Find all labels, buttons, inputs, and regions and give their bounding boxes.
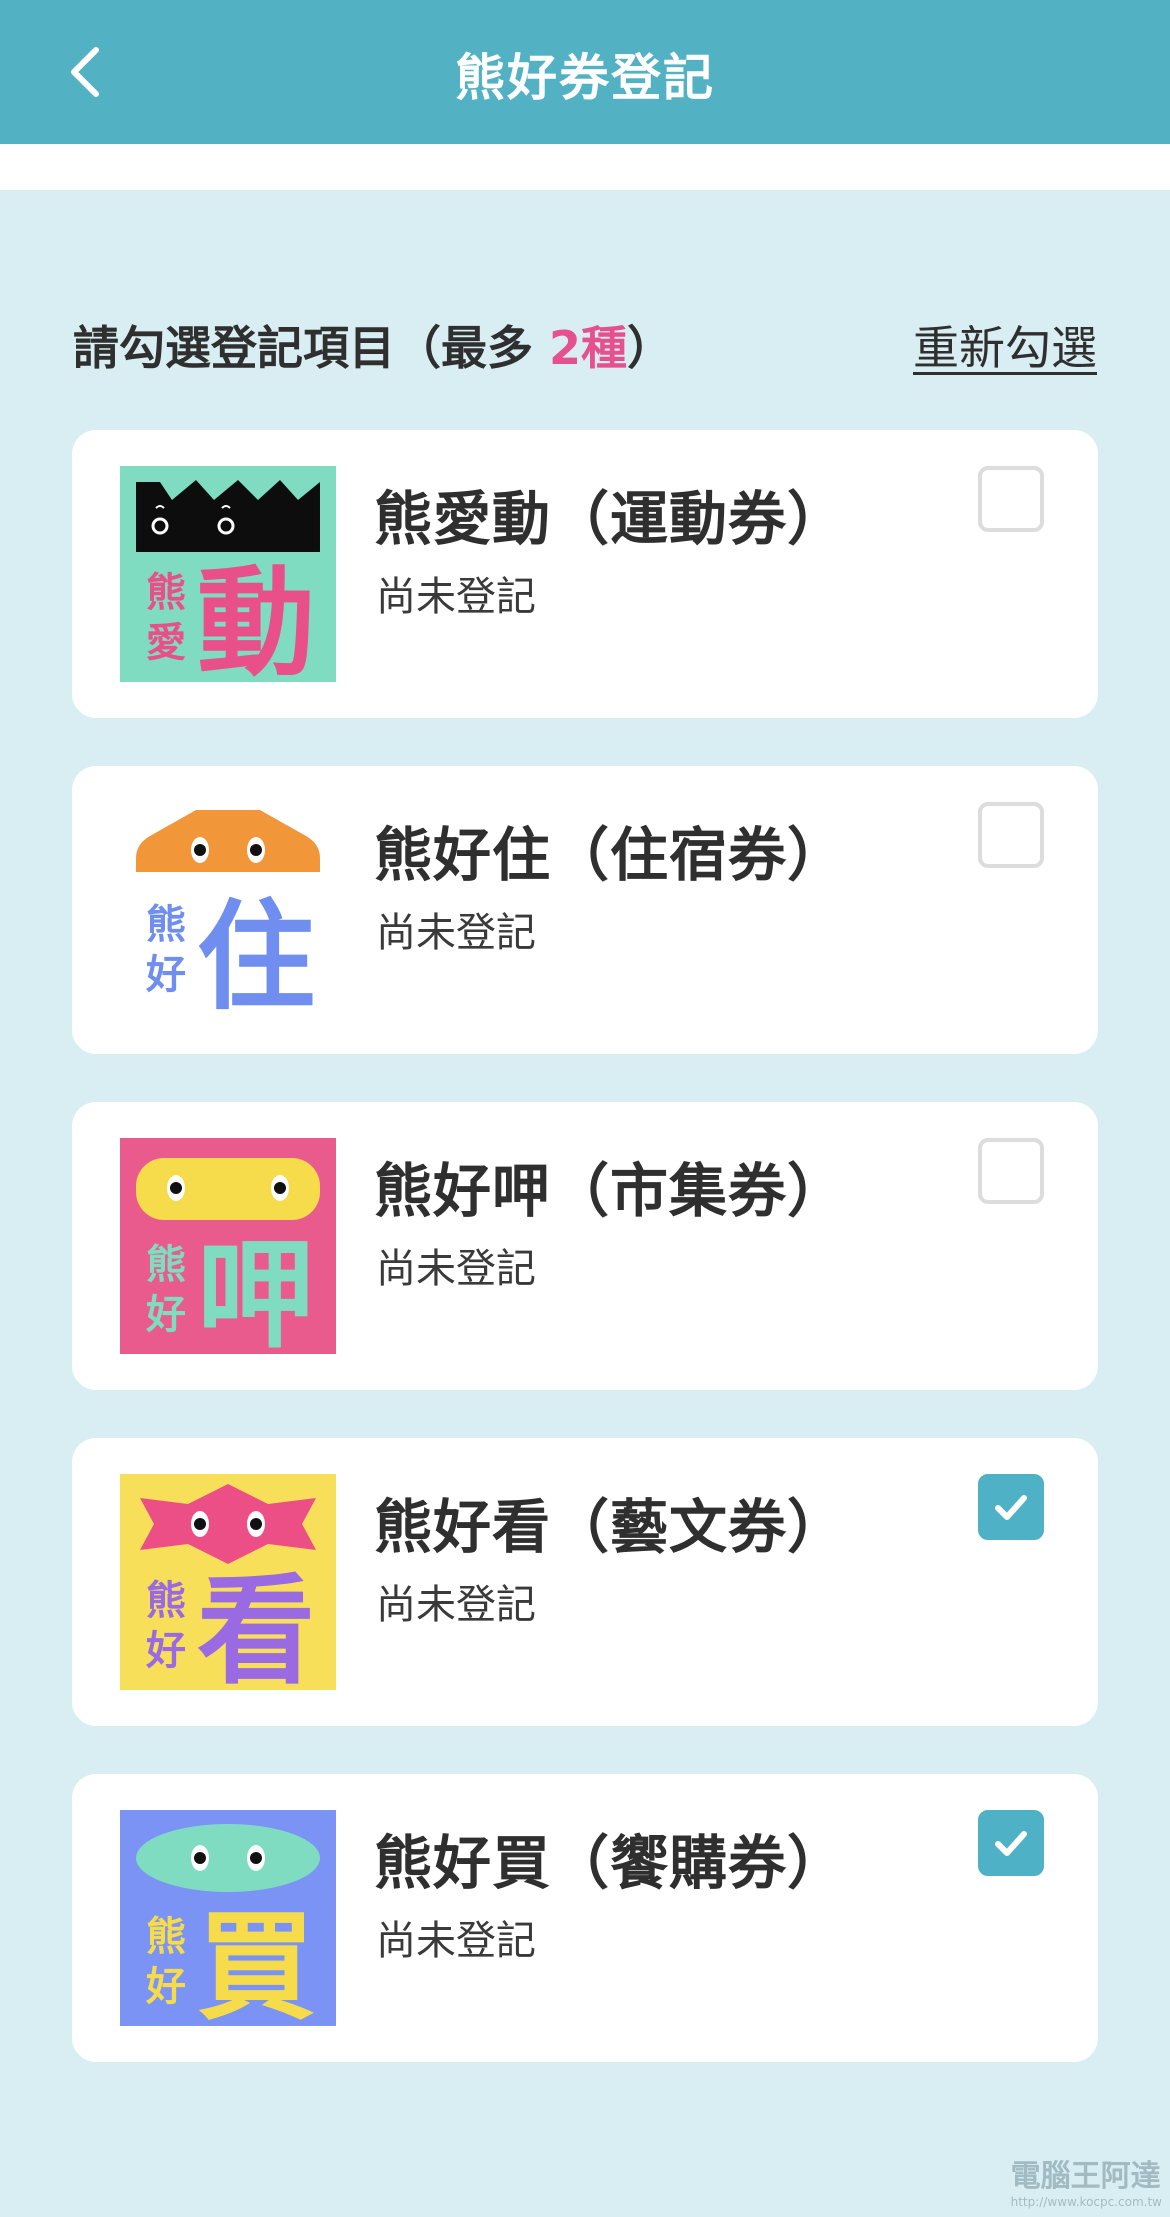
voucher-checkbox[interactable] [978, 802, 1044, 868]
voucher-checkbox[interactable] [978, 1474, 1044, 1540]
voucher-card-shopping[interactable]: 熊 好 買 熊好買（饗購券） 尚未登記 [72, 1774, 1098, 2062]
logo-char: 熊 [146, 1578, 186, 1624]
registration-status: 尚未登記 [376, 1582, 536, 1628]
voucher-checkbox[interactable] [978, 466, 1044, 532]
instruction-text: 請勾選登記項目（最多 2種） [73, 312, 673, 378]
header-divider [0, 144, 1170, 190]
watermark-text: 電腦王阿達 [1010, 2159, 1161, 2194]
voucher-title: 熊愛動（運動券） [374, 485, 847, 553]
instruction-max-count: 2種 [549, 321, 628, 375]
logo-char: 看 [197, 1562, 315, 1690]
voucher-card-lodging[interactable]: 熊 好 住 熊好住（住宿券） 尚未登記 [72, 766, 1098, 1054]
checkmark-icon [995, 1831, 1027, 1856]
reset-selection-link[interactable]: 重新勾選 [913, 312, 1097, 378]
lodging-voucher-logo: 熊 好 住 [120, 802, 336, 1018]
voucher-title: 熊好買（饗購券） [374, 1829, 847, 1897]
registration-status: 尚未登記 [376, 910, 536, 956]
logo-char: 熊 [146, 902, 186, 948]
logo-char: 好 [145, 1292, 186, 1338]
logo-char: 好 [145, 952, 186, 998]
sports-voucher-logo: 熊 愛 動 [120, 466, 336, 682]
instruction-suffix: ） [627, 321, 674, 375]
logo-char: 熊 [146, 570, 186, 616]
logo-char: 動 [197, 554, 315, 682]
logo-char: 好 [145, 1964, 186, 2010]
app-header: 熊好券登記 [0, 0, 1170, 144]
instruction-prefix: 請勾選登記項目（最多 [73, 321, 550, 375]
voucher-title: 熊好呷（市集券） [374, 1157, 847, 1225]
registration-status: 尚未登記 [376, 1246, 536, 1292]
arts-voucher-logo: 熊 好 看 [120, 1474, 336, 1690]
registration-status: 尚未登記 [376, 574, 536, 620]
voucher-card-arts[interactable]: 熊 好 看 熊好看（藝文券） 尚未登記 [72, 1438, 1098, 1726]
checkmark-icon [995, 1495, 1027, 1520]
voucher-title: 熊好住（住宿券） [374, 821, 847, 889]
page-title: 熊好券登記 [455, 49, 715, 107]
shopping-voucher-logo: 熊 好 買 [120, 1810, 336, 2026]
voucher-card-market[interactable]: 熊 好 呷 熊好呷（市集券） 尚未登記 [72, 1102, 1098, 1390]
voucher-checkbox[interactable] [978, 1138, 1044, 1204]
voucher-title: 熊好看（藝文券） [374, 1493, 847, 1561]
logo-char: 熊 [146, 1242, 186, 1288]
logo-char: 住 [197, 888, 315, 1018]
logo-char: 買 [197, 1898, 315, 2026]
logo-char: 愛 [146, 620, 186, 666]
watermark: 電腦王阿達 http://www.kocpc.com.tw [1011, 2151, 1162, 2209]
logo-char: 好 [145, 1628, 186, 1674]
voucher-card-sports[interactable]: 熊 愛 動 熊愛動（運動券） 尚未登記 [72, 430, 1098, 718]
market-voucher-logo: 熊 好 呷 [120, 1138, 336, 1354]
logo-char: 熊 [146, 1914, 186, 1960]
logo-char: 呷 [197, 1226, 315, 1354]
watermark-url: http://www.kocpc.com.tw [1010, 2195, 1162, 2209]
registration-status: 尚未登記 [376, 1918, 536, 1964]
voucher-checkbox[interactable] [978, 1810, 1044, 1876]
